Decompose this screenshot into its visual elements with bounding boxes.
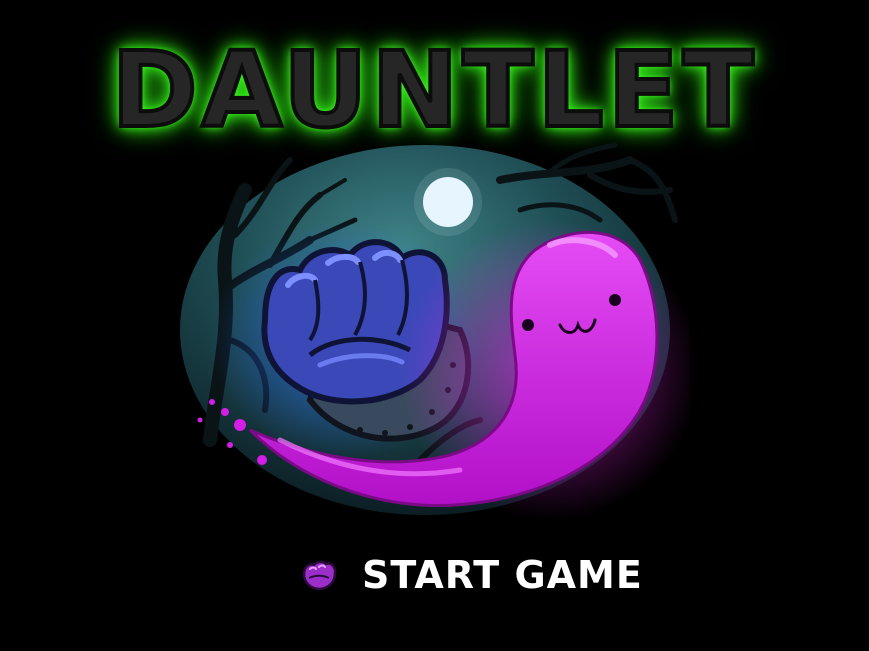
start-game-button[interactable]: START GAME (300, 550, 643, 600)
game-title-logo: DAUNTLET (109, 29, 758, 151)
start-game-label: START GAME (362, 553, 643, 597)
title-illustration (180, 142, 690, 520)
title-screen: DAUNTLET START GAME (0, 0, 869, 651)
fist-cursor-icon (302, 560, 337, 591)
moon-icon (414, 168, 482, 236)
